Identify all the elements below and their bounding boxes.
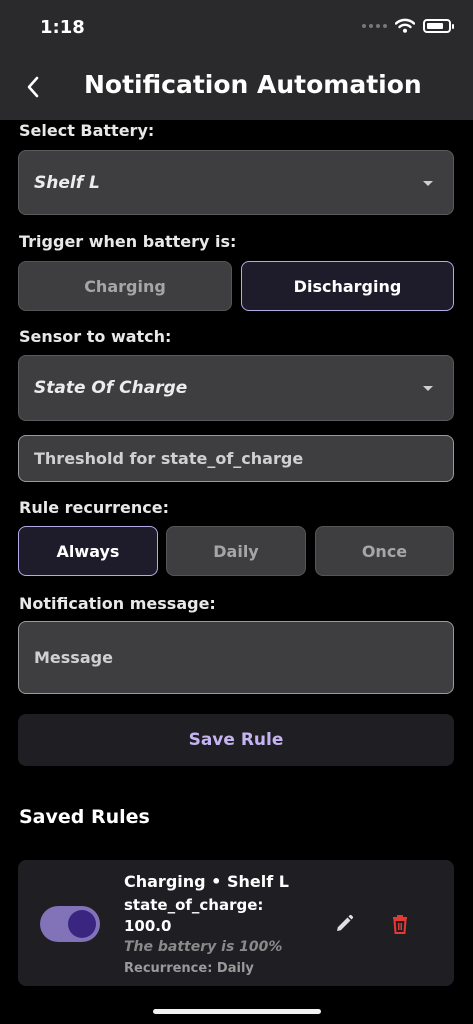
status-bar: 1:18	[0, 0, 473, 56]
sensor-dropdown-value: State Of Charge	[34, 378, 188, 398]
caret-down-icon	[423, 181, 433, 186]
trigger-charging-button[interactable]: Charging	[18, 261, 232, 311]
recurrence-daily-button[interactable]: Daily	[166, 526, 306, 576]
saved-rules-title: Saved Rules	[19, 806, 150, 828]
rule-message: The battery is 100%	[124, 939, 283, 955]
chevron-left-icon	[27, 76, 39, 98]
rule-recurrence: Recurrence: Daily	[124, 961, 254, 976]
back-button[interactable]	[18, 72, 48, 102]
delete-rule-button[interactable]	[386, 910, 414, 938]
cellular-signal-icon	[362, 23, 387, 28]
threshold-input[interactable]: Threshold for state_of_charge	[18, 435, 454, 482]
threshold-placeholder: Threshold for state_of_charge	[34, 449, 304, 468]
status-time: 1:18	[40, 17, 85, 38]
recurrence-once-button[interactable]: Once	[315, 526, 454, 576]
wifi-icon	[395, 18, 415, 33]
trash-icon	[393, 915, 407, 934]
battery-label: Select Battery:	[19, 121, 155, 140]
message-placeholder: Message	[34, 648, 113, 667]
rule-title: Charging • Shelf L	[124, 872, 289, 891]
form-scroll-area[interactable]: Select Battery: Shelf L Trigger when bat…	[0, 120, 473, 990]
toggle-knob	[68, 910, 96, 938]
message-label: Notification message:	[19, 594, 216, 613]
sensor-dropdown[interactable]: State Of Charge	[18, 355, 454, 421]
edit-rule-button[interactable]	[330, 910, 358, 938]
nav-bar: Notification Automation	[0, 56, 473, 120]
caret-down-icon	[423, 386, 433, 391]
trigger-discharging-button[interactable]: Discharging	[241, 261, 454, 311]
battery-dropdown[interactable]: Shelf L	[18, 150, 454, 215]
saved-rule-card: Charging • Shelf L state_of_charge: 100.…	[18, 860, 454, 986]
save-rule-button[interactable]: Save Rule	[18, 714, 454, 766]
rule-sensor-threshold: state_of_charge: 100.0	[124, 896, 264, 935]
battery-status-icon	[423, 18, 454, 33]
home-indicator[interactable]	[153, 1009, 321, 1014]
status-icons	[362, 18, 454, 33]
recurrence-always-button[interactable]: Always	[18, 526, 158, 576]
pencil-icon	[337, 914, 354, 931]
rule-enabled-toggle[interactable]	[40, 906, 100, 942]
message-input[interactable]: Message	[18, 621, 454, 694]
sensor-label: Sensor to watch:	[19, 327, 172, 346]
trigger-label: Trigger when battery is:	[19, 232, 237, 251]
page-title: Notification Automation	[84, 70, 422, 99]
battery-dropdown-value: Shelf L	[34, 173, 100, 193]
recurrence-label: Rule recurrence:	[19, 498, 169, 517]
